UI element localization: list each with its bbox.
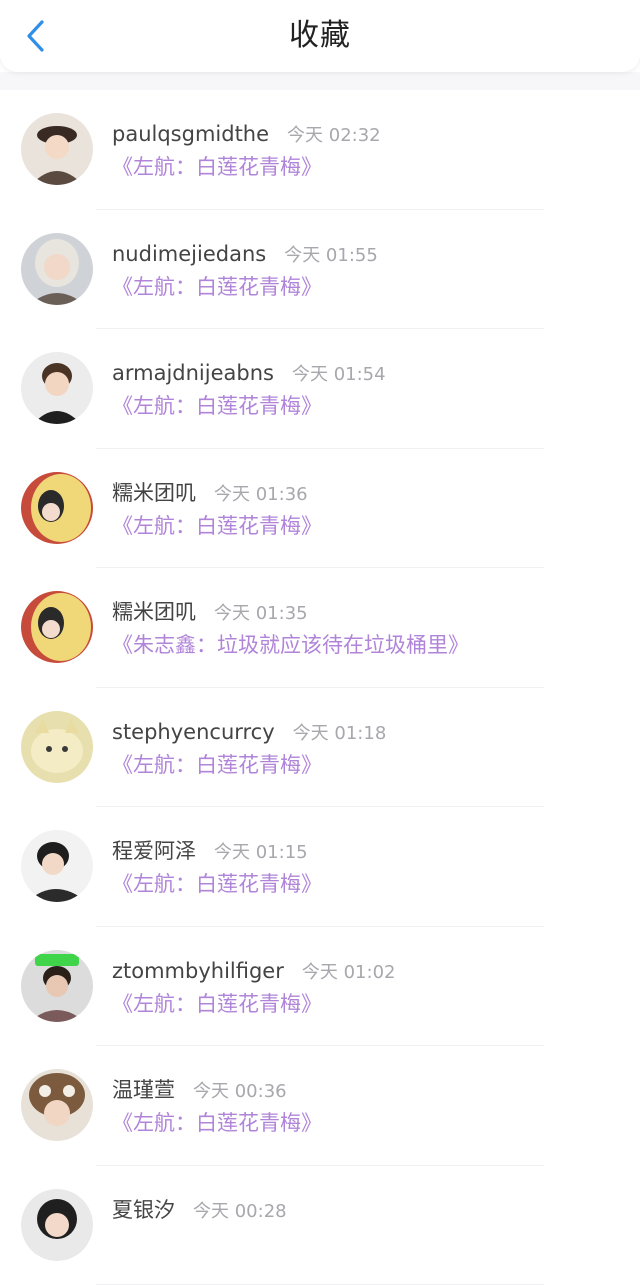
avatar — [21, 830, 93, 902]
avatar — [21, 1069, 93, 1141]
user-name: ztommbyhilfiger — [112, 959, 284, 983]
list-item[interactable]: 糯米团叽今天 01:35 《朱志鑫：垃圾就应该待在垃圾桶里》 — [0, 568, 640, 688]
user-name: armajdnijeabns — [112, 361, 274, 385]
favorites-list: paulqsgmidthe 今天 02:32 《左航：白莲花青梅》 nudimej… — [0, 90, 640, 1285]
timestamp: 今天 01:35 — [214, 603, 308, 624]
user-name: stephyencurrcy — [112, 720, 275, 744]
header-divider — [0, 72, 640, 90]
list-item[interactable]: stephyencurrcy 今天 01:18 《左航：白莲花青梅》 — [0, 688, 640, 808]
user-name: 夏银汐 — [112, 1198, 175, 1222]
user-name: nudimejiedans — [112, 242, 266, 266]
user-name: 糯米团叽 — [112, 481, 196, 505]
user-name: paulqsgmidthe — [112, 122, 269, 146]
avatar — [21, 113, 93, 185]
user-name: 温瑾萱 — [112, 1078, 175, 1102]
list-item[interactable]: 夏银汐今天 00:28 — [0, 1166, 640, 1285]
timestamp: 今天 00:36 — [193, 1081, 287, 1102]
timestamp: 今天 01:15 — [214, 842, 308, 863]
timestamp: 今天 01:36 — [214, 484, 308, 505]
timestamp: 今天 01:55 — [284, 245, 378, 266]
list-item[interactable]: nudimejiedans 今天 01:55 《左航：白莲花青梅》 — [0, 210, 640, 330]
list-item[interactable]: 程爱阿泽今天 01:15 《左航：白莲花青梅》 — [0, 807, 640, 927]
timestamp: 今天 00:28 — [193, 1201, 287, 1222]
timestamp: 今天 01:02 — [302, 962, 396, 983]
avatar — [21, 950, 93, 1022]
list-item[interactable]: paulqsgmidthe 今天 02:32 《左航：白莲花青梅》 — [0, 90, 640, 210]
timestamp: 今天 02:32 — [287, 125, 381, 146]
story-title[interactable]: 《左航：白莲花青梅》 — [112, 392, 322, 420]
avatar — [21, 591, 93, 663]
user-name: 程爱阿泽 — [112, 839, 196, 863]
avatar — [21, 352, 93, 424]
story-title[interactable]: 《左航：白莲花青梅》 — [112, 1109, 322, 1137]
story-title[interactable]: 《朱志鑫：垃圾就应该待在垃圾桶里》 — [112, 631, 469, 659]
timestamp: 今天 01:18 — [293, 723, 387, 744]
story-title[interactable]: 《左航：白莲花青梅》 — [112, 990, 322, 1018]
story-title[interactable]: 《左航：白莲花青梅》 — [112, 751, 322, 779]
story-title[interactable]: 《左航：白莲花青梅》 — [112, 512, 322, 540]
top-bar: 收藏 — [0, 0, 640, 72]
avatar — [21, 472, 93, 544]
list-item[interactable]: 温瑾萱今天 00:36 《左航：白莲花青梅》 — [0, 1046, 640, 1166]
user-name: 糯米团叽 — [112, 600, 196, 624]
list-item[interactable]: 糯米团叽今天 01:36 《左航：白莲花青梅》 — [0, 449, 640, 569]
list-item[interactable]: armajdnijeabns 今天 01:54 《左航：白莲花青梅》 — [0, 329, 640, 449]
list-item[interactable]: ztommbyhilfiger 今天 01:02 《左航：白莲花青梅》 — [0, 927, 640, 1047]
story-title[interactable]: 《左航：白莲花青梅》 — [112, 273, 322, 301]
story-title[interactable]: 《左航：白莲花青梅》 — [112, 870, 322, 898]
timestamp: 今天 01:54 — [292, 364, 386, 385]
avatar — [21, 711, 93, 783]
story-title[interactable]: 《左航：白莲花青梅》 — [112, 153, 322, 181]
avatar — [21, 233, 93, 305]
avatar — [21, 1189, 93, 1261]
page-title: 收藏 — [0, 18, 640, 54]
